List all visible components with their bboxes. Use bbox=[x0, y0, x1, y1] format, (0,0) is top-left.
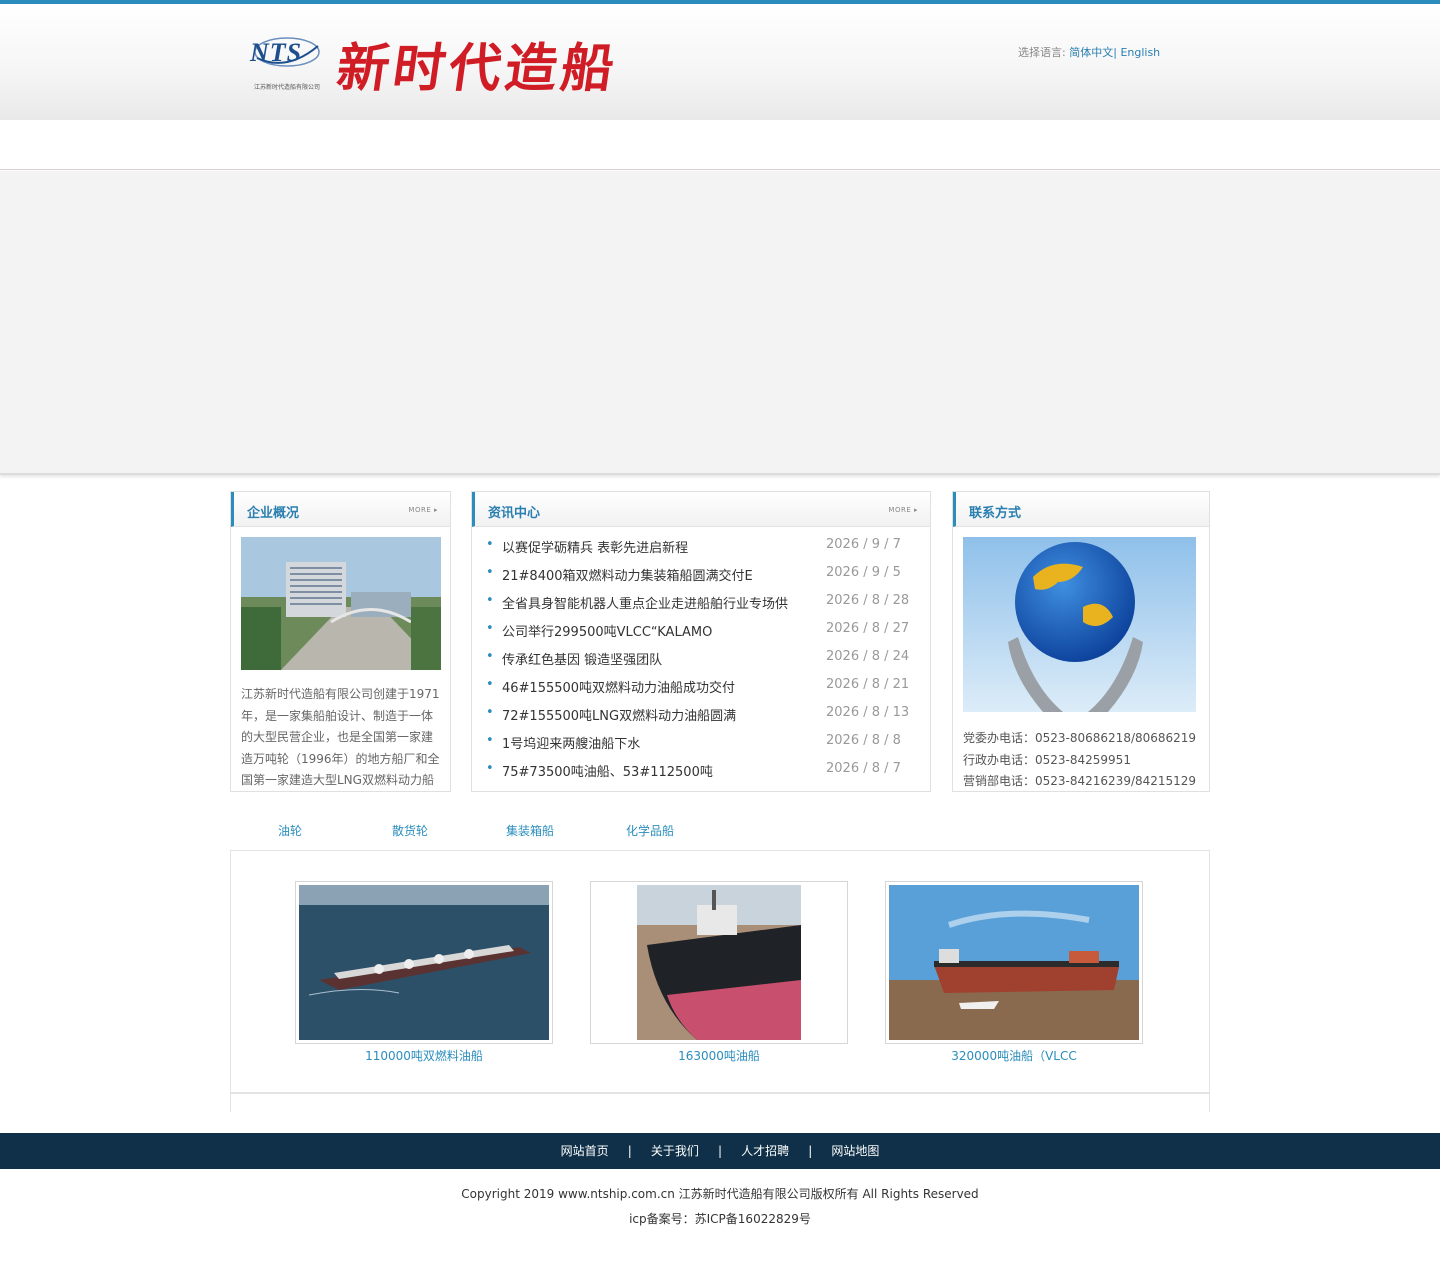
news-item[interactable]: 21#8400箱双燃料动力集装箱船圆满交付E 2026 / 9 / 5 bbox=[486, 565, 926, 593]
footer-nav: 网站首页 | 关于我们 | 人才招聘 | 网站地图 bbox=[0, 1133, 1440, 1169]
news-item[interactable]: 公司举行299500吨VLCC“KALAMO 2026 / 8 / 27 bbox=[486, 621, 926, 649]
icp-text[interactable]: icp备案号：苏ICP备16022829号 bbox=[0, 1207, 1440, 1232]
product-caption[interactable]: 163000吨油船 bbox=[590, 1047, 848, 1064]
lang-english-link[interactable]: English bbox=[1120, 46, 1160, 59]
footer-link-about[interactable]: 关于我们 bbox=[651, 1133, 699, 1169]
news-item[interactable]: 75#73500吨油船、53#112500吨 2026 / 8 / 7 bbox=[486, 761, 926, 789]
news-item[interactable]: 1号坞迎来两艘油船下水 2026 / 8 / 8 bbox=[486, 733, 926, 761]
footer-copyright: Copyright 2019 www.ntship.com.cn 江苏新时代造船… bbox=[0, 1182, 1440, 1232]
company-building-image[interactable] bbox=[241, 537, 441, 670]
product-gallery-tail bbox=[230, 1094, 1210, 1112]
product-image-frame bbox=[295, 881, 553, 1044]
news-item-date: 2026 / 9 / 7 bbox=[826, 537, 901, 552]
footer-separator: | bbox=[808, 1144, 813, 1158]
product-gallery: 110000吨双燃料油船 163000吨油船 320000吨油船（VLCC bbox=[230, 850, 1210, 1094]
news-item[interactable]: 72#155500吨LNG双燃料动力油船圆满 2026 / 8 / 13 bbox=[486, 705, 926, 733]
contact-line: 营销部电话：0523-84216239/84215129 bbox=[963, 774, 1197, 788]
news-item[interactable]: 传承红色基因 锻造坚强团队 2026 / 8 / 24 bbox=[486, 649, 926, 677]
language-switcher: 选择语言: 简体中文| English bbox=[1018, 44, 1160, 60]
logo-subtitle: 江苏新时代造船有限公司 bbox=[254, 84, 321, 91]
vlcc-tanker-image[interactable] bbox=[889, 885, 1139, 1040]
product-caption[interactable]: 320000吨油船（VLCC bbox=[885, 1047, 1143, 1064]
news-item-date: 2026 / 8 / 7 bbox=[826, 761, 901, 776]
news-section: 资讯中心 MORE 以赛促学砺精兵 表彰先进启新程 2026 / 9 / 7 21… bbox=[471, 491, 931, 792]
about-intro-text: 江苏新时代造船有限公司创建于1971年，是一家集船舶设计、制造于一体的大型民营企… bbox=[241, 687, 440, 788]
tanker-bow-image[interactable] bbox=[637, 885, 801, 1040]
contact-info: 党委办电话：0523-80686218/80686219 行政办电话：0523-… bbox=[963, 728, 1196, 793]
site-header: NTS 江苏新时代造船有限公司 新时代造船 选择语言: 简体中文| Englis… bbox=[0, 4, 1440, 120]
news-item-date: 2026 / 9 / 5 bbox=[826, 565, 901, 580]
logo-text: NTS bbox=[250, 38, 303, 67]
contact-line: 行政办电话：0523-84259951 bbox=[963, 752, 1131, 767]
tab-bulk-carrier[interactable]: 散货轮 bbox=[392, 822, 428, 839]
news-item[interactable]: 全省具身智能机器人重点企业走进船舶行业专场供 2026 / 8 / 28 bbox=[486, 593, 926, 621]
news-item-title[interactable]: 全省具身智能机器人重点企业走进船舶行业专场供 bbox=[502, 593, 812, 612]
news-item-date: 2026 / 8 / 8 bbox=[826, 733, 901, 748]
product-tabs: 油轮 散货轮 集装箱船 化学品船 bbox=[230, 822, 1210, 842]
copyright-text: Copyright 2019 www.ntship.com.cn 江苏新时代造船… bbox=[461, 1187, 979, 1201]
footer-link-careers[interactable]: 人才招聘 bbox=[741, 1133, 789, 1169]
news-item-date: 2026 / 8 / 13 bbox=[826, 705, 910, 720]
globe-hands-image bbox=[963, 537, 1196, 712]
news-item-title[interactable]: 72#155500吨LNG双燃料动力油船圆满 bbox=[502, 705, 812, 724]
brand-title: 新时代造船 bbox=[333, 38, 622, 99]
news-title: 资讯中心 bbox=[488, 506, 541, 521]
news-more-link[interactable]: MORE bbox=[888, 506, 918, 514]
contact-header: 联系方式 bbox=[953, 492, 1209, 527]
tab-chemical-tanker[interactable]: 化学品船 bbox=[626, 822, 674, 839]
news-item[interactable]: 以赛促学砺精兵 表彰先进启新程 2026 / 9 / 7 bbox=[486, 537, 926, 565]
contact-title: 联系方式 bbox=[969, 506, 1022, 521]
news-item-date: 2026 / 8 / 27 bbox=[826, 621, 910, 636]
contact-line: 党委办电话：0523-80686218/80686219 bbox=[963, 731, 1197, 745]
lang-separator: | bbox=[1113, 46, 1117, 59]
news-item[interactable]: 46#155500吨双燃料动力油船成功交付 2026 / 8 / 21 bbox=[486, 677, 926, 705]
about-section: 企业概况 MORE 江苏新时代造船有限公司创建于1971年，是一家集船舶设计、制… bbox=[230, 491, 451, 792]
news-item-title[interactable]: 以赛促学砺精兵 表彰先进启新程 bbox=[502, 537, 812, 556]
contact-section: 联系方式 党委办电话：0523-80686218/80686219 行政办电话：… bbox=[952, 491, 1210, 792]
nav-bar bbox=[0, 120, 1440, 170]
news-item-title[interactable]: 传承红色基因 锻造坚强团队 bbox=[502, 649, 812, 668]
company-logo[interactable]: NTS 江苏新时代造船有限公司 bbox=[250, 32, 330, 92]
language-label: 选择语言: bbox=[1018, 46, 1066, 59]
footer-separator: | bbox=[717, 1144, 723, 1158]
hero-banner bbox=[0, 171, 1440, 475]
product-image-frame bbox=[885, 881, 1143, 1044]
about-header: 企业概况 MORE bbox=[231, 492, 450, 527]
news-item-title[interactable]: 75#73500吨油船、53#112500吨 bbox=[502, 761, 812, 780]
about-more-link[interactable]: MORE bbox=[408, 506, 438, 514]
news-item-title[interactable]: 46#155500吨双燃料动力油船成功交付 bbox=[502, 677, 812, 696]
news-item-date: 2026 / 8 / 24 bbox=[826, 649, 910, 664]
product-image-frame bbox=[590, 881, 848, 1044]
news-item-title[interactable]: 21#8400箱双燃料动力集装箱船圆满交付E bbox=[502, 565, 812, 584]
footer-link-sitemap[interactable]: 网站地图 bbox=[831, 1133, 879, 1169]
footer-separator: | bbox=[627, 1144, 632, 1158]
news-item-title[interactable]: 1号坞迎来两艘油船下水 bbox=[502, 733, 812, 752]
news-item-date: 2026 / 8 / 21 bbox=[826, 677, 910, 692]
lng-tanker-image[interactable] bbox=[299, 885, 549, 1040]
tab-container-ship[interactable]: 集装箱船 bbox=[506, 822, 554, 839]
footer-link-home[interactable]: 网站首页 bbox=[561, 1133, 609, 1169]
product-caption[interactable]: 110000吨双燃料油船 bbox=[295, 1047, 553, 1064]
news-list: 以赛促学砺精兵 表彰先进启新程 2026 / 9 / 7 21#8400箱双燃料动… bbox=[486, 537, 926, 789]
tab-oil-tanker[interactable]: 油轮 bbox=[278, 822, 302, 839]
news-item-title[interactable]: 公司举行299500吨VLCC“KALAMO bbox=[502, 621, 812, 640]
about-title: 企业概况 bbox=[247, 506, 300, 521]
news-item-date: 2026 / 8 / 28 bbox=[826, 593, 910, 608]
news-header: 资讯中心 MORE bbox=[472, 492, 930, 527]
lang-chinese-link[interactable]: 简体中文 bbox=[1069, 46, 1113, 59]
